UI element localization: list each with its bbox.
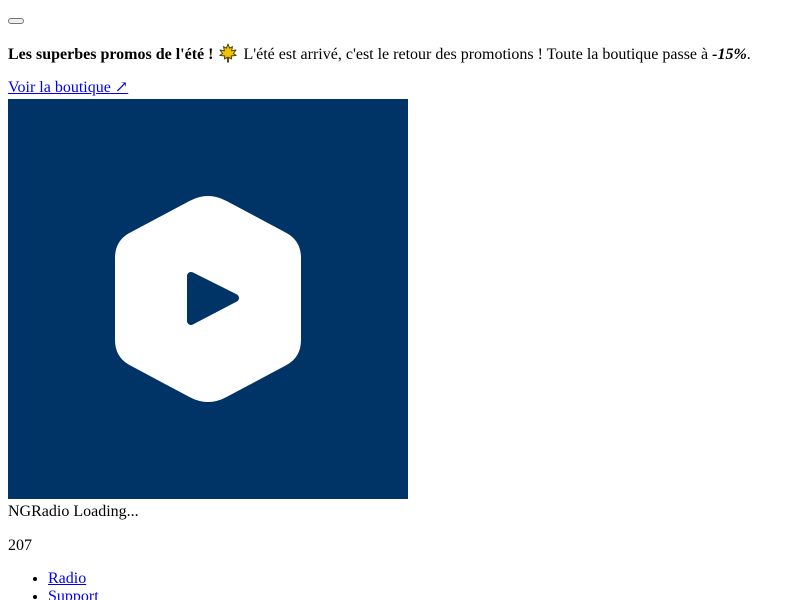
now-playing: NGRadio Loading... bbox=[8, 502, 139, 522]
promo-discount: -15% bbox=[712, 46, 747, 63]
cover-art bbox=[8, 99, 408, 499]
maple-leaf-icon bbox=[218, 43, 238, 63]
listener-count: 207 bbox=[8, 537, 32, 554]
promo-banner: Les superbes promos de l'été ! L'été est… bbox=[8, 43, 751, 65]
main-nav: Radio Support bbox=[8, 570, 99, 600]
promo-text-end: . bbox=[746, 46, 751, 63]
station-name: NGRadio bbox=[8, 503, 70, 520]
promo-title: Les superbes promos de l'été ! bbox=[8, 46, 214, 63]
close-banner-button[interactable] bbox=[8, 18, 24, 24]
track-status: Loading... bbox=[73, 503, 139, 520]
shop-link[interactable]: Voir la boutique ↗ bbox=[8, 78, 128, 98]
nav-item-radio: Radio bbox=[48, 570, 99, 588]
hexagon-play-icon bbox=[115, 196, 301, 402]
nav-link-radio[interactable]: Radio bbox=[48, 570, 86, 587]
promo-text: L'été est arrivé, c'est le retour des pr… bbox=[243, 46, 709, 63]
nav-item-support: Support bbox=[48, 588, 99, 600]
nav-link-support[interactable]: Support bbox=[48, 588, 99, 600]
